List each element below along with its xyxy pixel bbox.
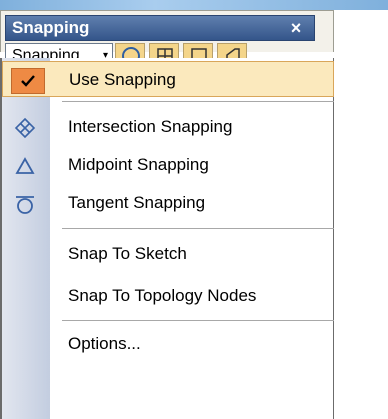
menu-item-midpoint-snapping[interactable]: Midpoint Snapping — [2, 147, 334, 183]
menu-item-snap-to-topology-nodes[interactable]: Snap To Topology Nodes — [2, 278, 334, 314]
menu-separator — [62, 228, 334, 229]
menu-separator — [62, 101, 334, 102]
close-button[interactable]: × — [286, 17, 306, 39]
intersection-icon — [14, 117, 36, 139]
snapping-toolbar: Snapping × Snapping ▾ — [0, 10, 334, 69]
snapping-menu: Use Snapping Intersection Snapping Midpo… — [0, 58, 334, 419]
menu-item-label: Options... — [68, 334, 141, 353]
close-icon: × — [290, 18, 302, 38]
toolbar-title: Snapping — [12, 18, 90, 37]
menu-item-intersection-snapping[interactable]: Intersection Snapping — [2, 109, 334, 145]
menu-item-label: Use Snapping — [69, 70, 176, 89]
menu-item-label: Snap To Sketch — [68, 244, 187, 263]
menu-item-label: Intersection Snapping — [68, 117, 233, 136]
triangle-icon — [15, 157, 35, 174]
menu-item-options[interactable]: Options... — [2, 326, 334, 362]
menu-separator — [62, 320, 334, 321]
menu-item-label: Snap To Topology Nodes — [68, 286, 257, 305]
tangent-icon — [16, 196, 34, 214]
check-indicator — [11, 68, 45, 94]
toolbar-title-bar[interactable]: Snapping × — [5, 15, 315, 41]
menu-item-use-snapping[interactable]: Use Snapping — [2, 61, 334, 97]
menu-item-tangent-snapping[interactable]: Tangent Snapping — [2, 185, 334, 221]
menu-item-snap-to-sketch[interactable]: Snap To Sketch — [2, 236, 334, 272]
check-icon — [21, 75, 35, 87]
menu-item-label: Tangent Snapping — [68, 193, 206, 212]
window-top-edge — [0, 0, 388, 10]
menu-item-label: Midpoint Snapping — [68, 155, 209, 174]
